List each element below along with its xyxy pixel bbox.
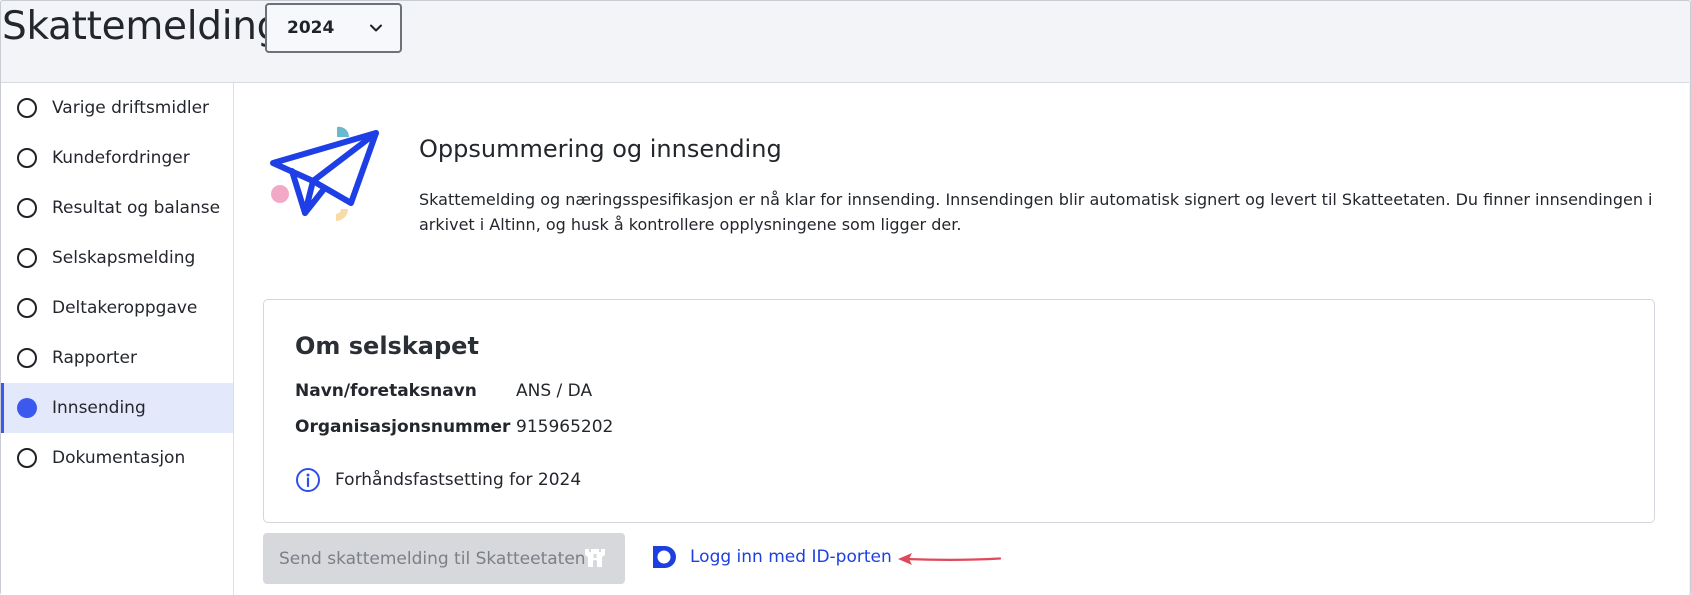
org-number-label: Organisasjonsnummer — [295, 417, 511, 437]
content-card: Varige driftsmidler Kundefordringer Resu… — [1, 82, 1689, 595]
sidebar-item-innsending[interactable]: Innsending — [1, 383, 233, 433]
sidebar-item-selskapsmelding[interactable]: Selskapsmelding — [1, 233, 233, 283]
send-button-label: Send skattemelding til Skatteetaten — [279, 548, 586, 569]
paper-plane-icon — [270, 126, 379, 221]
sidebar-item-kundefordringer[interactable]: Kundefordringer — [1, 133, 233, 183]
page-header: Skattemelding 2024 — [0, 0, 1691, 82]
login-link-label: Logg inn med ID-porten — [690, 547, 892, 567]
sidebar-item-label: Rapporter — [52, 348, 137, 368]
sidebar-item-label: Varige driftsmidler — [52, 98, 210, 118]
sidebar-item-resultat-og-balanse[interactable]: Resultat og balanse — [1, 183, 233, 233]
sidebar-item-label: Innsending — [52, 398, 146, 418]
sidebar-item-label: Deltakeroppgave — [52, 298, 198, 318]
radio-icon — [17, 448, 37, 468]
sidebar-item-label: Dokumentasjon — [52, 448, 186, 468]
company-name-value: ANS / DA — [516, 381, 593, 401]
radio-icon — [17, 348, 37, 368]
info-icon — [296, 468, 320, 492]
castle-icon — [585, 549, 605, 567]
radio-filled-icon — [17, 398, 37, 418]
company-title: Om selskapet — [295, 332, 479, 360]
year-select[interactable]: 2024 — [265, 3, 402, 53]
year-select-value: 2024 — [287, 18, 335, 38]
radio-icon — [17, 198, 37, 218]
sidebar-item-label: Selskapsmelding — [52, 248, 196, 268]
company-card: Om selskapet Navn/foretaksnavn ANS / DA … — [263, 299, 1655, 523]
sidebar-item-dokumentasjon[interactable]: Dokumentasjon — [1, 433, 233, 483]
main-panel: Oppsummering og innsending Skattemelding… — [234, 83, 1689, 595]
radio-icon — [17, 98, 37, 118]
summary-text: Skattemelding og næringsspesifikasjon er… — [419, 190, 1653, 234]
id-porten-login-link[interactable]: Logg inn med ID-porten — [651, 544, 892, 570]
info-text: Forhåndsfastsetting for 2024 — [335, 470, 582, 490]
id-porten-icon — [653, 546, 676, 568]
radio-icon — [17, 148, 37, 168]
sidebar-item-varige-driftsmidler[interactable]: Varige driftsmidler — [1, 83, 233, 133]
info-line: Forhåndsfastsetting for 2024 — [295, 467, 581, 493]
sidebar-item-rapporter[interactable]: Rapporter — [1, 333, 233, 383]
company-name-label: Navn/foretaksnavn — [295, 381, 477, 401]
chevron-down-icon — [370, 24, 382, 32]
radio-icon — [17, 298, 37, 318]
org-number-value: 915965202 — [516, 417, 614, 437]
annotation-arrow-icon — [898, 553, 1002, 565]
sidebar: Varige driftsmidler Kundefordringer Resu… — [1, 83, 234, 595]
sidebar-item-label: Resultat og balanse — [52, 198, 221, 218]
send-tax-return-button[interactable]: Send skattemelding til Skatteetaten — [263, 533, 625, 584]
summary-title: Oppsummering og innsending — [419, 135, 782, 163]
page-title: Skattemelding — [2, 4, 282, 49]
radio-icon — [17, 248, 37, 268]
sidebar-item-deltakeroppgave[interactable]: Deltakeroppgave — [1, 283, 233, 333]
sidebar-item-label: Kundefordringer — [52, 148, 190, 168]
